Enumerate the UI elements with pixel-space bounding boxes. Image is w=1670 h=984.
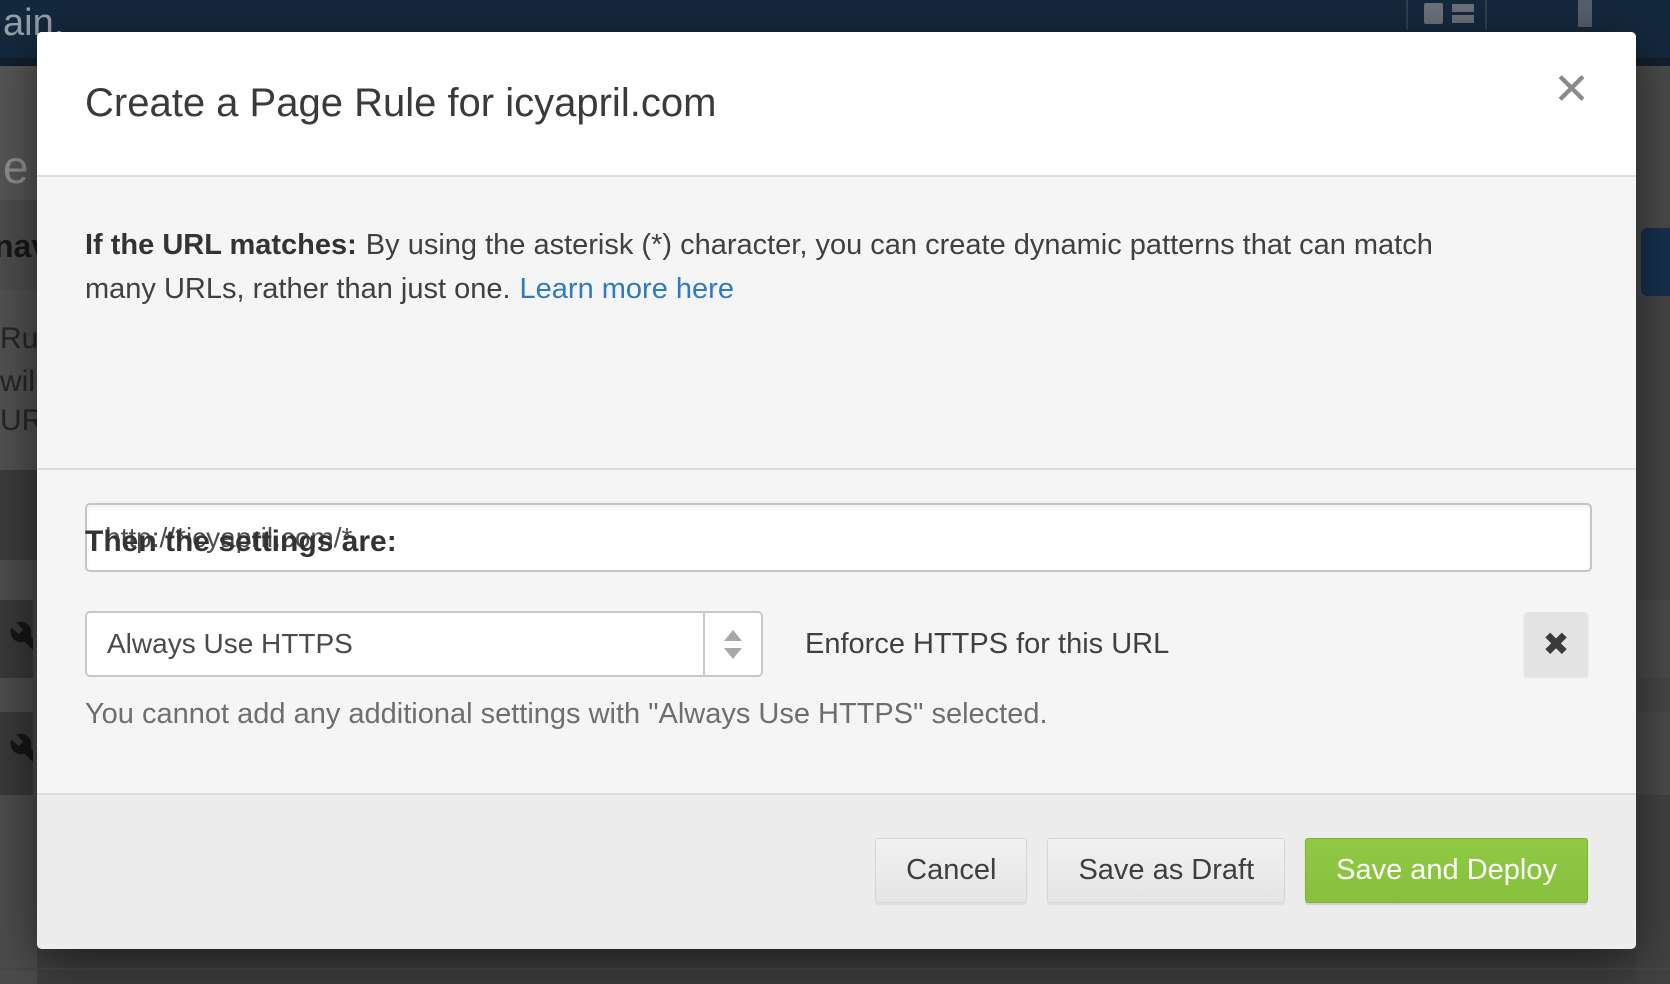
background-band [1637, 795, 1670, 984]
apps-grid-icon-bar [1452, 15, 1474, 23]
down-arrow-icon [724, 648, 742, 659]
wrench-icon [9, 732, 33, 770]
screen: ain. e nav Ru will UR Create a Page Rule… [0, 0, 1670, 984]
url-match-section: If the URL matches:By using the asterisk… [37, 177, 1636, 470]
settings-helper-text: You cannot add any additional settings w… [85, 698, 1048, 731]
settings-heading: Then the settings are: [85, 525, 397, 559]
cancel-button[interactable]: Cancel [875, 838, 1027, 903]
background-nav-separator [1406, 0, 1408, 30]
url-match-lead: If the URL matches: [85, 229, 357, 261]
modal-header: Create a Page Rule for icyapril.com ✕ [37, 32, 1636, 177]
modal-title: Create a Page Rule for icyapril.com [85, 32, 716, 175]
learn-more-link[interactable]: Learn more here [520, 273, 734, 305]
background-band [37, 949, 1637, 984]
remove-setting-icon[interactable]: ✖ [1524, 612, 1588, 676]
background-text-fragment: Ru [0, 322, 38, 356]
up-down-arrows-icon[interactable] [703, 613, 761, 675]
background-row [0, 600, 33, 678]
background-text-fragment: e [3, 140, 29, 194]
background-band [0, 470, 37, 560]
background-band [1637, 678, 1670, 712]
background-row [0, 712, 33, 795]
apps-grid-icon [1424, 3, 1443, 24]
setting-description: Enforce HTTPS for this URL [805, 628, 1169, 661]
background-divider [0, 968, 1670, 970]
footer-buttons: Cancel Save as Draft Save and Deploy [875, 838, 1588, 903]
url-match-description: If the URL matches:By using the asterisk… [85, 223, 1495, 311]
settings-section: Then the settings are: Always Use HTTPS … [37, 470, 1636, 793]
save-and-deploy-button[interactable]: Save and Deploy [1305, 838, 1588, 903]
setting-row: Always Use HTTPS Enforce HTTPS for this … [85, 611, 1588, 677]
modal-footer: Cancel Save as Draft Save and Deploy [37, 793, 1636, 949]
background-text-fragment: will [0, 365, 42, 399]
background-button-fragment [1641, 228, 1670, 296]
background-nav-separator [1485, 0, 1487, 30]
background-band [1637, 296, 1670, 600]
apps-grid-icon-bar [1452, 4, 1474, 12]
close-icon[interactable]: ✕ [1553, 68, 1590, 112]
create-page-rule-modal: Create a Page Rule for icyapril.com ✕ If… [37, 32, 1636, 949]
setting-select-value: Always Use HTTPS [87, 628, 703, 660]
setting-select[interactable]: Always Use HTTPS [85, 611, 763, 677]
up-arrow-icon [724, 630, 742, 641]
background-nav-icon-fragment [1578, 0, 1592, 27]
wrench-icon [9, 620, 33, 658]
save-as-draft-button[interactable]: Save as Draft [1047, 838, 1285, 903]
background-band [1637, 66, 1670, 228]
